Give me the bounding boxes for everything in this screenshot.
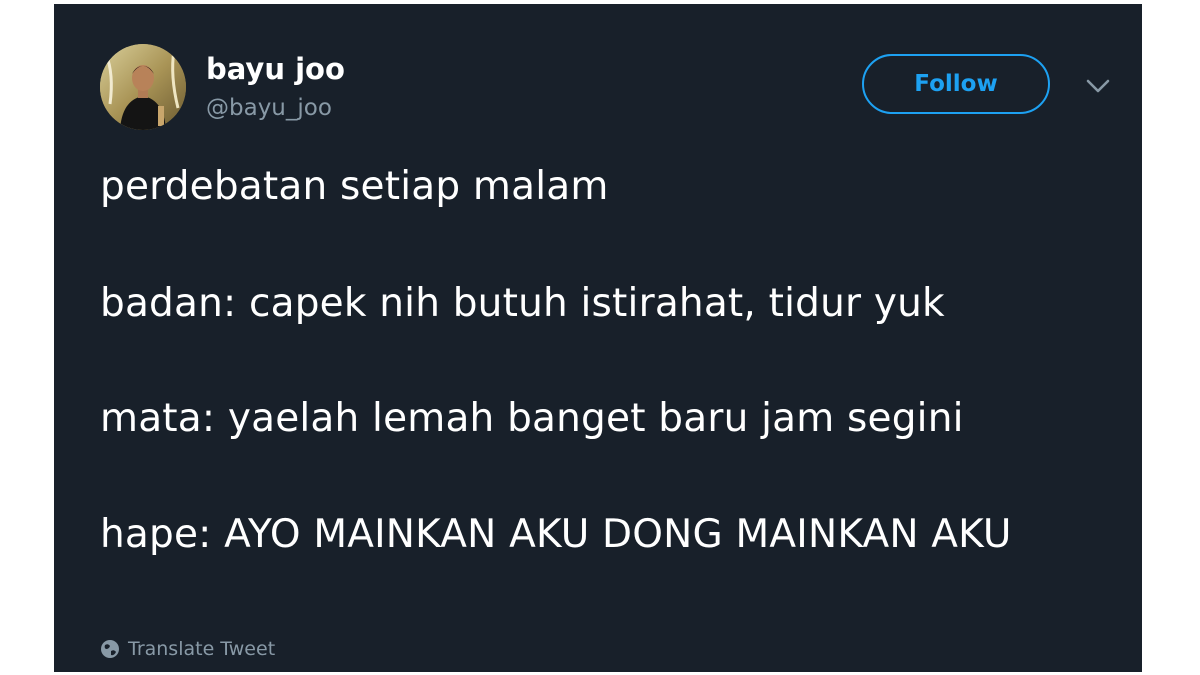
tweet-text-line: mata: yaelah lemah banget baru jam segin… [100,396,964,441]
avatar[interactable] [100,44,186,130]
translate-tweet-link[interactable]: Translate Tweet [100,637,275,661]
tweet-text-line: badan: capek nih butuh istirahat, tidur … [100,281,945,326]
tweet-card: bayu joo @bayu_joo Follow perdebatan set… [54,4,1142,672]
avatar-image [100,44,186,130]
follow-button-label: Follow [914,71,998,97]
user-display-name[interactable]: bayu joo [206,52,345,86]
tweet-text-line: hape: AYO MAINKAN AKU DONG MAINKAN AKU [100,512,1012,557]
more-options-button[interactable] [1084,74,1112,98]
tweet-text-line: perdebatan setiap malam [100,164,609,209]
chevron-down-icon [1086,79,1110,93]
user-handle[interactable]: @bayu_joo [206,94,332,122]
translate-tweet-label: Translate Tweet [128,638,276,660]
follow-button[interactable]: Follow [862,54,1050,114]
globe-icon [101,640,119,658]
